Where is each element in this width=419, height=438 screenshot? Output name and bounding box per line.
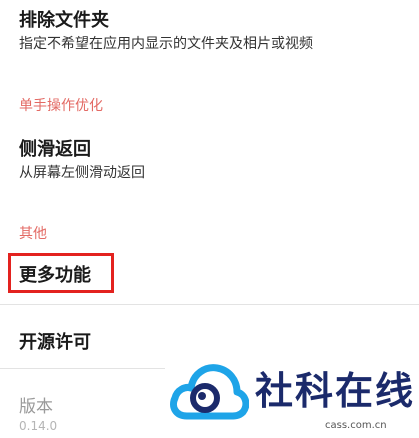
version-title: 版本 bbox=[19, 397, 53, 417]
section-other-header: 其他 bbox=[19, 226, 47, 242]
section-one-hand-header: 单手操作优化 bbox=[19, 98, 103, 114]
version-value: 0.14.0 bbox=[19, 419, 58, 433]
exclude-folder-item[interactable]: 排除文件夹 指定不希望在应用内显示的文件夹及相片或视频 bbox=[0, 0, 419, 60]
watermark-domain-text: cass.com.cn bbox=[325, 420, 387, 431]
divider bbox=[0, 304, 419, 305]
cloud-eye-icon bbox=[170, 364, 249, 420]
watermark-brand-text: 社科在线 bbox=[255, 369, 416, 413]
exclude-folder-title: 排除文件夹 bbox=[19, 10, 109, 31]
exclude-folder-subtitle: 指定不希望在应用内显示的文件夹及相片或视频 bbox=[19, 36, 313, 52]
swipe-back-subtitle: 从屏幕左侧滑动返回 bbox=[19, 165, 145, 181]
swipe-back-item[interactable]: 侧滑返回 从屏幕左侧滑动返回 bbox=[0, 125, 419, 187]
swipe-back-title: 侧滑返回 bbox=[19, 139, 91, 160]
open-source-title: 开源许可 bbox=[19, 332, 91, 353]
more-features-highlight-box bbox=[8, 253, 114, 293]
watermark: 社科在线 cass.com.cn bbox=[165, 352, 419, 438]
